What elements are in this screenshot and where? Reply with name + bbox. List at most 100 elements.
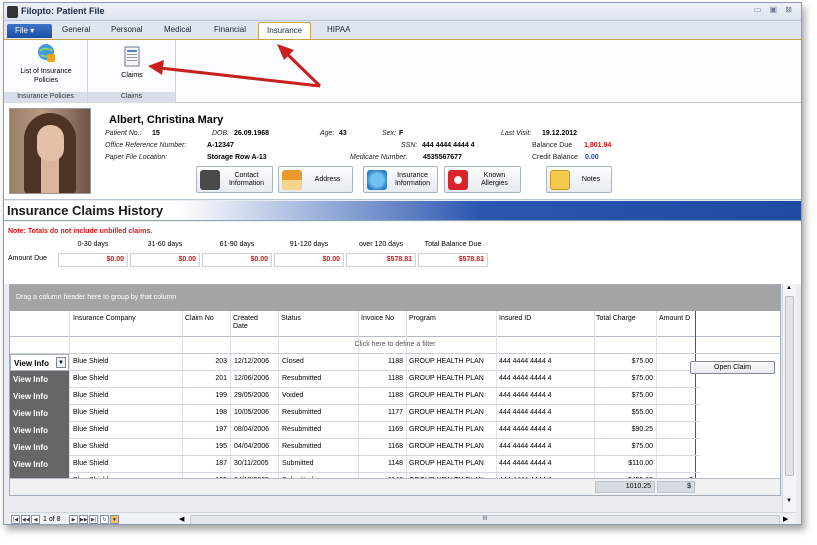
- cell-status: Voided: [282, 392, 304, 399]
- tab-medical[interactable]: Medical: [164, 25, 192, 34]
- notes-button[interactable]: Notes: [546, 166, 612, 193]
- cell-company: Blue Shield: [73, 409, 109, 416]
- cell-invoice-no: 1188: [387, 392, 403, 399]
- cell-status: Resubmitted: [282, 443, 322, 450]
- view-info-button[interactable]: View Info: [10, 439, 69, 456]
- table-row[interactable]: View Info Blue Shield 199 29/05/2006 Voided 1…: [10, 388, 700, 405]
- table-row[interactable]: View Info Blue Shield 197 08/04/2006 Resubmi…: [10, 422, 700, 439]
- cell-program: GROUP HEALTH PLAN: [409, 443, 484, 450]
- view-info-button[interactable]: View Info: [10, 388, 69, 405]
- patient-file-window: Filopto: Patient File ▭ ▣ ⊠ File ▾ Gener…: [3, 2, 802, 525]
- tab-insurance[interactable]: Insurance: [258, 22, 312, 40]
- label-paper-file: Paper File Location:: [105, 154, 168, 161]
- window-controls[interactable]: ▭ ▣ ⊠: [754, 5, 795, 14]
- cell-claim-no: 198: [215, 409, 227, 416]
- title-bar: Filopto: Patient File ▭ ▣ ⊠: [4, 3, 801, 21]
- next-page-icon[interactable]: ▶: [69, 515, 78, 524]
- cell-created-date: 29/05/2006: [234, 392, 270, 399]
- cell-company: Blue Shield: [73, 358, 109, 365]
- prev-page-icon[interactable]: ◀: [31, 515, 40, 524]
- first-page-icon[interactable]: |◀: [11, 515, 20, 524]
- label-dob: DOB:: [212, 130, 230, 137]
- file-menu-button[interactable]: File ▾: [7, 24, 52, 38]
- column-header-insured-id[interactable]: Insured ID: [499, 315, 531, 323]
- aging-header: Total Balance Due: [424, 241, 482, 248]
- insurance-information-button[interactable]: Insurance Information: [363, 166, 438, 193]
- contact-information-button[interactable]: Contact Information: [196, 166, 273, 193]
- cell-company: Blue Shield: [73, 443, 109, 450]
- cell-created-date: 30/11/2005: [234, 460, 269, 467]
- cell-claim-no: 203: [215, 358, 227, 365]
- column-header-status[interactable]: Status: [281, 315, 301, 323]
- grid-horizontal-scrollbar[interactable]: III: [190, 515, 780, 524]
- list-insurance-policies-button[interactable]: List of Insurance Policies: [8, 42, 84, 85]
- cell-total-charge: $75.00: [631, 375, 653, 382]
- column-header-amount-due[interactable]: Amount D: [659, 315, 697, 323]
- refresh-icon[interactable]: ↻: [100, 515, 109, 524]
- age-value: 43: [339, 130, 347, 137]
- last-page-icon[interactable]: ▶|: [89, 515, 98, 524]
- grid-vertical-scrollbar[interactable]: ▲ ▼: [782, 284, 796, 512]
- view-info-button[interactable]: View Info ▼: [10, 354, 69, 371]
- cell-insured-id: 444 4444 4444 4: [499, 426, 552, 433]
- chevron-down-icon[interactable]: ▼: [56, 357, 66, 368]
- next-page-group-icon[interactable]: ▶▶: [79, 515, 88, 524]
- scroll-thumb[interactable]: [785, 296, 794, 476]
- table-row[interactable]: View Info Blue Shield 187 30/11/2005 Submitt…: [10, 456, 700, 473]
- cell-invoice-no: 1169: [387, 426, 403, 433]
- column-header-total-charge[interactable]: Total Charge: [596, 315, 636, 323]
- group-by-area[interactable]: Drag a column header here to group by th…: [10, 285, 780, 311]
- view-info-button[interactable]: View Info: [10, 371, 69, 388]
- column-header-invoice-no[interactable]: Invoice No: [361, 315, 394, 323]
- known-allergies-button[interactable]: Known Allergies: [444, 166, 521, 193]
- cell-company: Blue Shield: [73, 392, 109, 399]
- view-info-button[interactable]: View Info: [10, 422, 69, 439]
- office-ref-value: A-12347: [207, 142, 234, 149]
- amount-due-61-90: $0.00: [202, 253, 272, 267]
- column-header-claim-no[interactable]: Claim No: [185, 315, 214, 323]
- column-header-program[interactable]: Program: [409, 315, 436, 323]
- contact-card-icon: [200, 170, 220, 190]
- window-title: Filopto: Patient File: [21, 6, 105, 16]
- column-header-created-date[interactable]: Created Date: [233, 315, 267, 331]
- address-button[interactable]: Address: [278, 166, 353, 193]
- scroll-down-icon[interactable]: ▼: [786, 498, 792, 504]
- label-sex: Sex:: [382, 130, 397, 137]
- app-icon: [7, 6, 18, 18]
- grid-header: Insurance Company Claim No Created Date …: [10, 311, 780, 337]
- cell-invoice-no: 1168: [387, 443, 403, 450]
- settings-icon[interactable]: ▼: [110, 515, 119, 524]
- scroll-up-icon[interactable]: ▲: [786, 285, 792, 291]
- prev-page-group-icon[interactable]: ◀◀: [21, 515, 30, 524]
- view-info-button[interactable]: View Info: [10, 405, 69, 422]
- amount-due-31-60: $0.00: [130, 253, 200, 267]
- total-charge-sum: 1010.25: [595, 481, 655, 493]
- tab-general[interactable]: General: [62, 25, 90, 34]
- column-header-insurance-company[interactable]: Insurance Company: [73, 315, 136, 323]
- cell-program: GROUP HEALTH PLAN: [409, 358, 484, 365]
- cell-total-charge: $90.25: [631, 426, 653, 433]
- ribbon-group-label: Insurance Policies: [4, 92, 87, 103]
- table-row[interactable]: View Info Blue Shield 201 12/06/2006 Resubmi…: [10, 371, 700, 388]
- open-claim-button[interactable]: Open Claim: [690, 361, 775, 374]
- scroll-right-icon[interactable]: ▶: [783, 515, 788, 523]
- view-info-button[interactable]: View Info: [10, 456, 69, 473]
- tab-financial[interactable]: Financial: [214, 25, 246, 34]
- claims-button[interactable]: Claims: [104, 46, 160, 80]
- tab-personal[interactable]: Personal: [111, 25, 143, 34]
- filter-row[interactable]: Click here to define a filter: [10, 337, 780, 354]
- cell-invoice-no: 1188: [387, 375, 403, 382]
- table-row[interactable]: View Info Blue Shield 198 10/05/2006 Resubmi…: [10, 405, 700, 422]
- tab-hipaa[interactable]: HIPAA: [327, 25, 350, 34]
- aging-header: 61-90 days: [219, 241, 255, 248]
- patient-no-value: 15: [152, 130, 160, 137]
- table-row[interactable]: View Info ▼ Blue Shield 203 12/12/2006 Closed…: [10, 354, 700, 371]
- cell-insured-id: 444 4444 4444 4: [499, 358, 552, 365]
- aging-header: 0-30 days: [77, 241, 109, 248]
- scroll-left-icon[interactable]: ◀: [179, 515, 184, 523]
- table-row[interactable]: View Info Blue Shield 195 04/04/2006 Resubmi…: [10, 439, 700, 456]
- cell-claim-no: 187: [215, 460, 227, 467]
- cell-status: Resubmitted: [282, 426, 322, 433]
- last-visit-value: 19.12.2012: [542, 130, 578, 137]
- aging-header: over 120 days: [359, 241, 403, 248]
